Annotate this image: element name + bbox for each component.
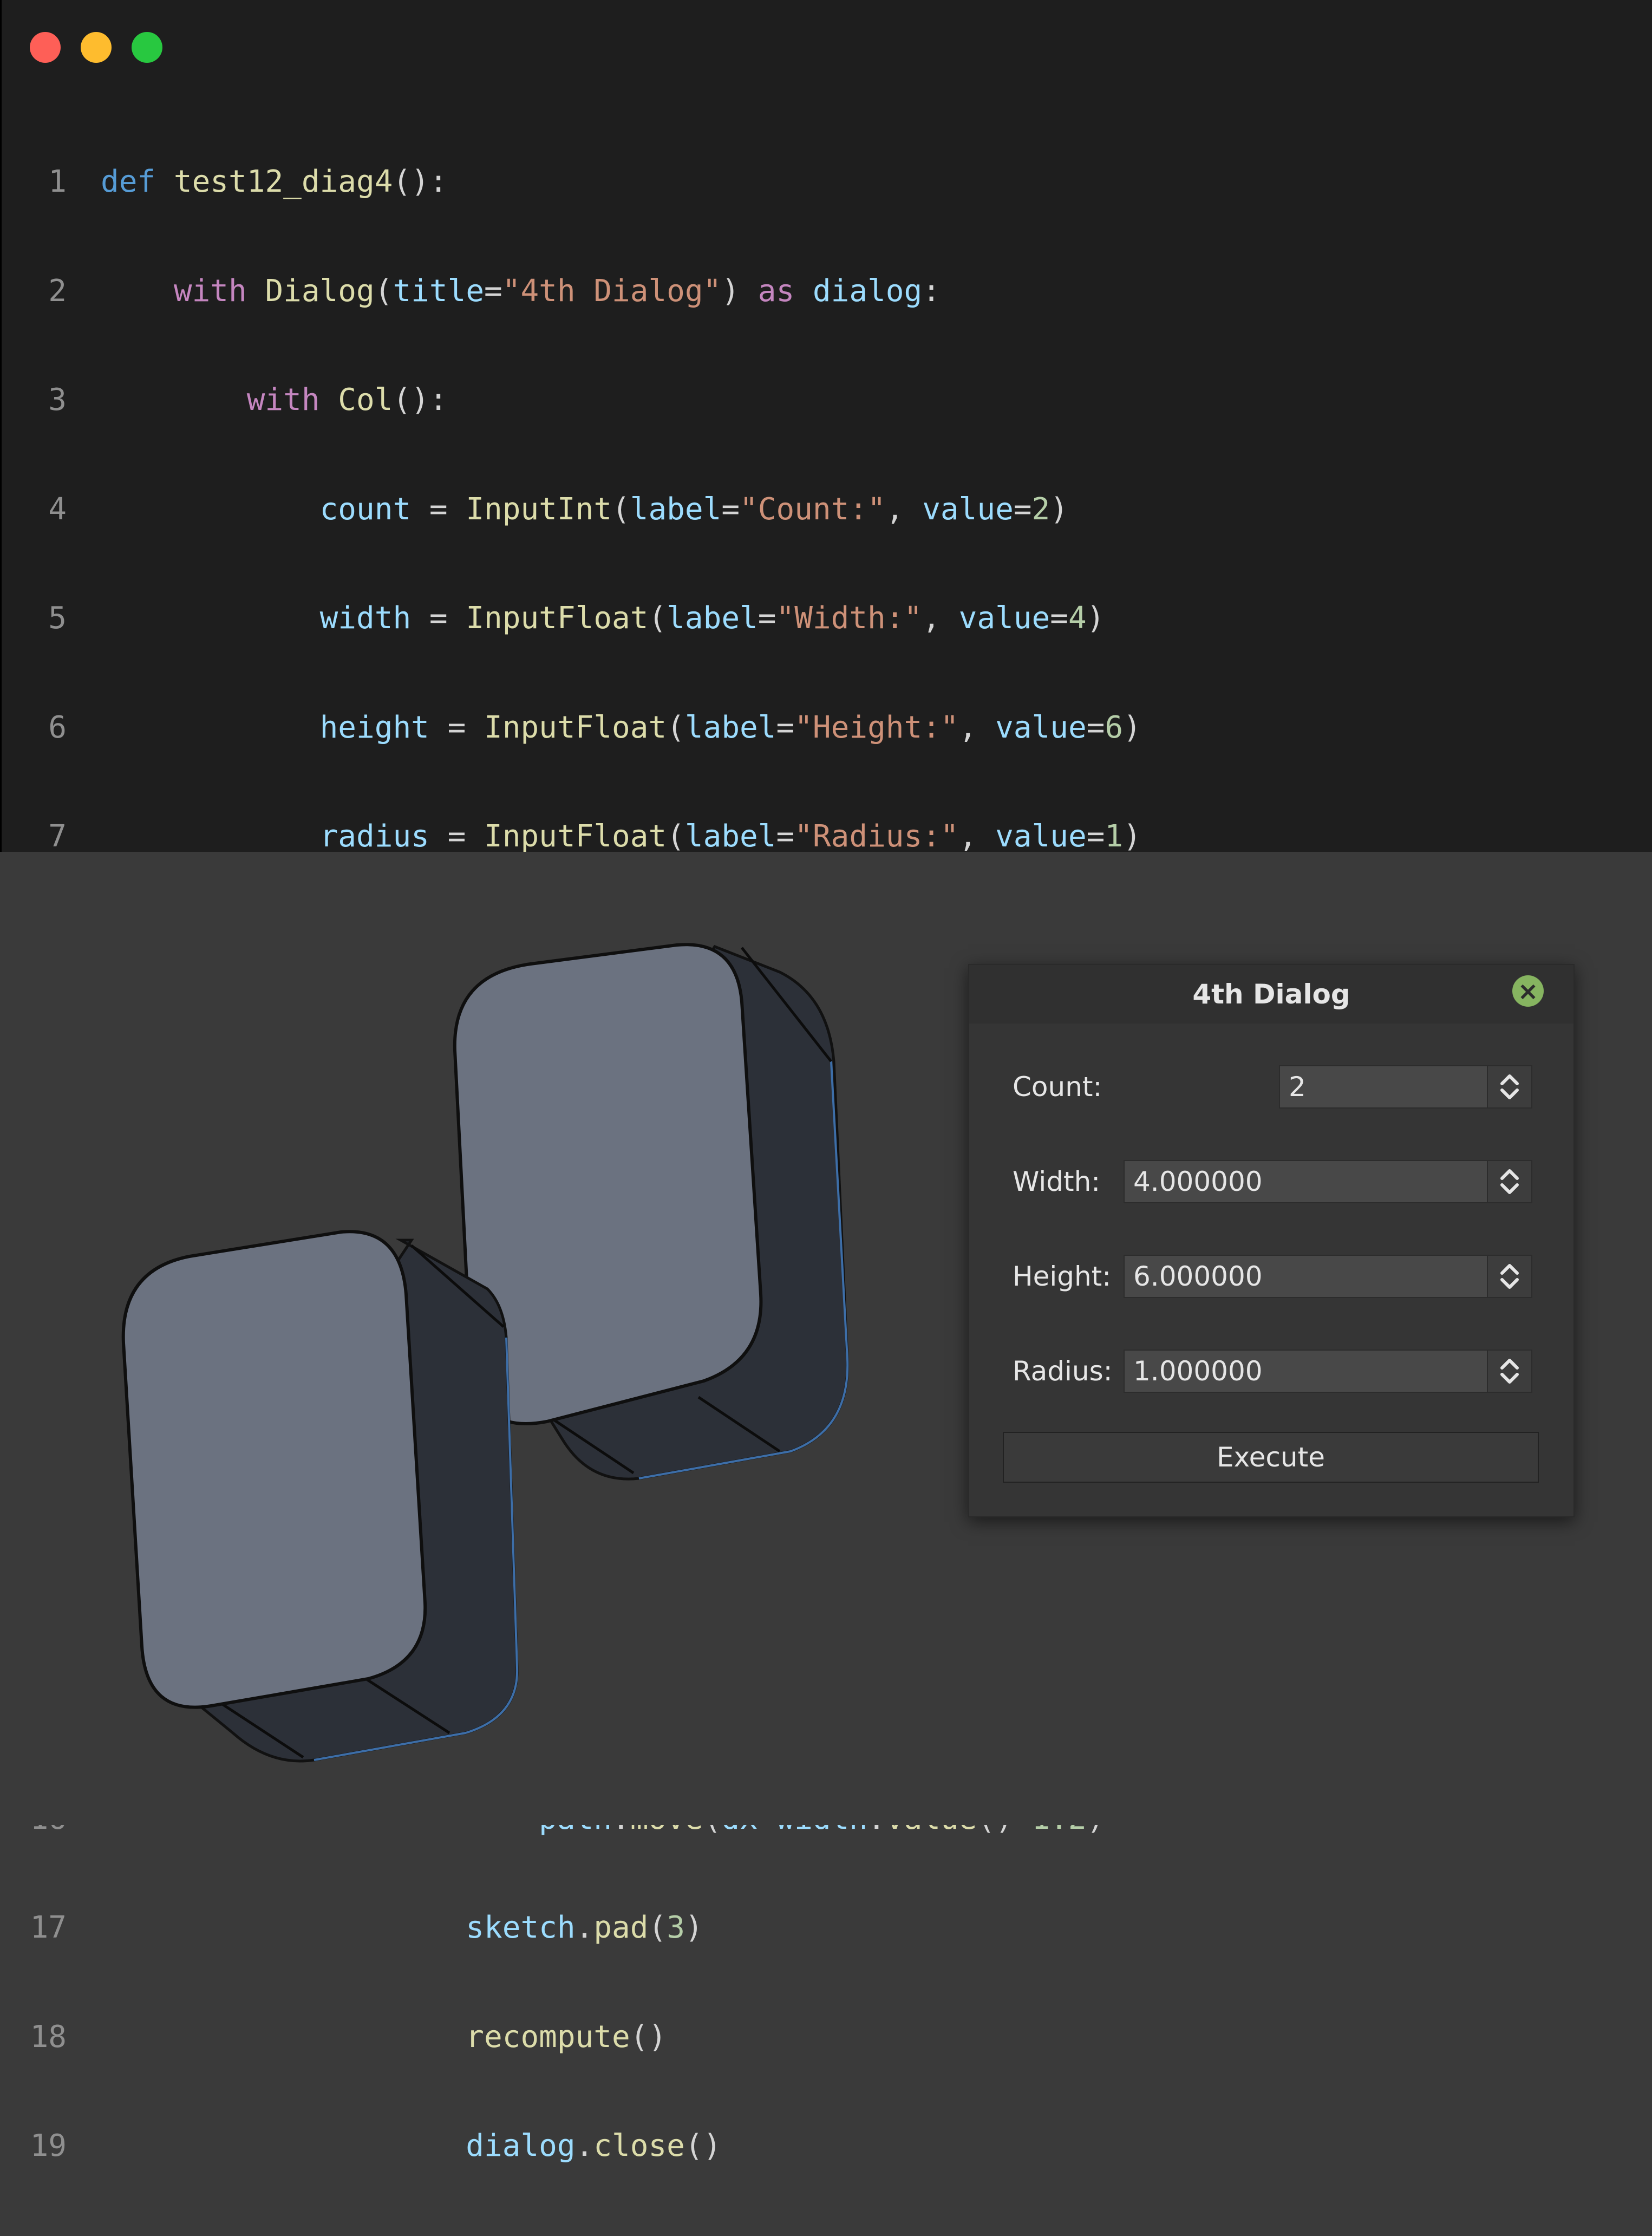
lower-block-face — [121, 1230, 427, 1709]
code-line: 6 height = InputFloat(label="Height:", v… — [2, 708, 1141, 747]
radius-stepper[interactable] — [1487, 1351, 1531, 1392]
width-stepper[interactable] — [1487, 1161, 1531, 1202]
height-spinbox[interactable]: 6.000000 — [1124, 1255, 1532, 1298]
window-controls — [30, 32, 162, 63]
code-text: dialog.close() — [466, 2128, 722, 2163]
code-text: height = InputFloat(label="Height:", val… — [319, 709, 1141, 745]
radius-label: Radius: — [1013, 1355, 1113, 1387]
code-line: 5 width = InputFloat(label="Width:", val… — [2, 599, 1105, 638]
code-text: recompute() — [466, 2019, 667, 2055]
close-window-dot-icon[interactable] — [30, 32, 61, 63]
line-number: 19 — [30, 2128, 67, 2163]
code-line: 18 recompute() — [2, 2018, 667, 2057]
code-line: 19 dialog.close() — [2, 2127, 722, 2166]
code-line: 4 count = InputInt(label="Count:", value… — [2, 490, 1068, 529]
code-line: 1 def test12_diag4(): — [2, 162, 447, 201]
up-down-chevron-icon[interactable] — [1498, 1260, 1522, 1293]
code-editor: 1 def test12_diag4(): 2 with Dialog(title… — [0, 0, 1652, 2163]
line-number: 2 — [48, 273, 67, 309]
line-number: 18 — [30, 2019, 67, 2055]
width-row: Width: 4.000000 — [969, 1160, 1573, 1203]
up-down-chevron-icon[interactable] — [1498, 1071, 1522, 1103]
execute-button[interactable]: Execute — [1003, 1432, 1539, 1483]
minimize-window-dot-icon[interactable] — [81, 32, 112, 63]
height-row: Height: 6.000000 — [969, 1255, 1573, 1298]
line-number: 7 — [48, 819, 67, 854]
count-value[interactable]: 2 — [1289, 1066, 1306, 1107]
dialog-window: 4th Dialog × Count: 2 Width: 4.000000 He… — [968, 964, 1575, 1517]
line-number: 5 — [48, 601, 67, 636]
code-text: radius = InputFloat(label="Radius:", val… — [319, 819, 1141, 854]
up-down-chevron-icon[interactable] — [1498, 1165, 1522, 1198]
height-label: Height: — [1013, 1261, 1112, 1292]
line-number: 17 — [30, 1910, 67, 1945]
height-stepper[interactable] — [1487, 1256, 1531, 1297]
height-value[interactable]: 6.000000 — [1133, 1256, 1263, 1297]
maximize-window-dot-icon[interactable] — [132, 32, 162, 63]
code-line: 17 sketch.pad(3) — [2, 1908, 703, 1947]
radius-spinbox[interactable]: 1.000000 — [1124, 1350, 1532, 1393]
code-text: def test12_diag4(): — [101, 164, 448, 199]
code-text: with Dialog(title="4th Dialog") as dialo… — [173, 273, 941, 309]
dialog-title: 4th Dialog — [969, 965, 1573, 1024]
width-value[interactable]: 4.000000 — [1133, 1161, 1263, 1202]
line-number: 6 — [48, 709, 67, 745]
code-line: 3 with Col(): — [2, 381, 447, 420]
width-label: Width: — [1013, 1166, 1101, 1197]
close-icon[interactable]: × — [1512, 975, 1544, 1007]
line-number: 4 — [48, 491, 67, 527]
up-down-chevron-icon[interactable] — [1498, 1355, 1522, 1387]
line-number: 3 — [48, 382, 67, 418]
count-stepper[interactable] — [1487, 1066, 1531, 1107]
code-line: 2 with Dialog(title="4th Dialog") as dia… — [2, 272, 941, 311]
count-row: Count: 2 — [969, 1065, 1573, 1109]
code-text: count = InputInt(label="Count:", value=2… — [319, 491, 1068, 527]
count-spinbox[interactable]: 2 — [1279, 1065, 1532, 1109]
radius-value[interactable]: 1.000000 — [1133, 1351, 1263, 1392]
code-text: width = InputFloat(label="Width:", value… — [319, 601, 1105, 636]
width-spinbox[interactable]: 4.000000 — [1124, 1160, 1532, 1203]
code-line: 7 radius = InputFloat(label="Radius:", v… — [2, 817, 1141, 856]
count-label: Count: — [1013, 1071, 1102, 1103]
code-text: with Col(): — [246, 382, 448, 418]
code-text: sketch.pad(3) — [466, 1910, 703, 1945]
radius-row: Radius: 1.000000 — [969, 1350, 1573, 1393]
line-number: 1 — [48, 164, 67, 199]
